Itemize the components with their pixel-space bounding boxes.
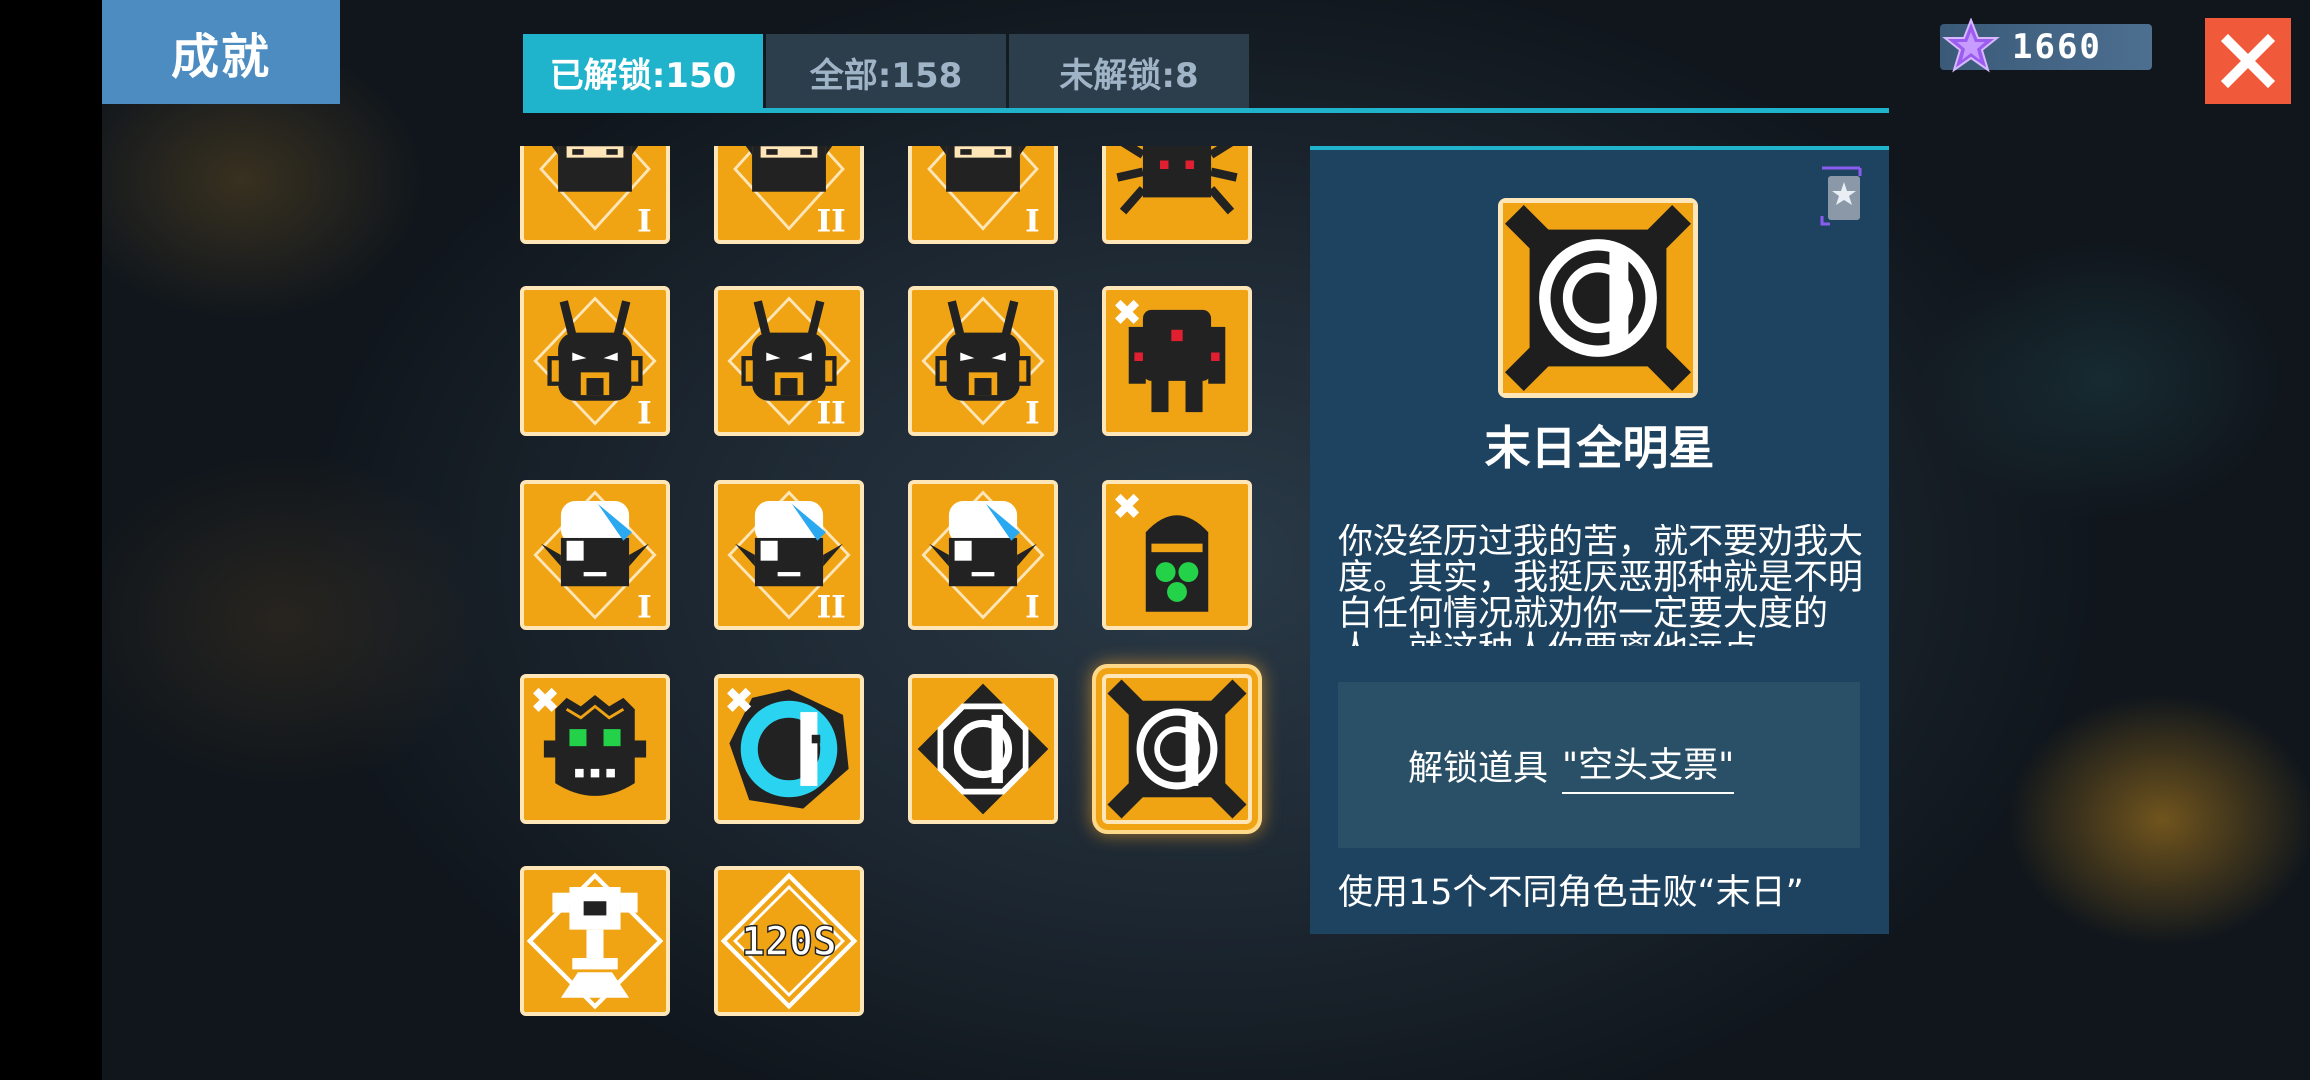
page-title-box: 成就	[102, 0, 340, 104]
reward-item-link[interactable]: "空头支票"	[1562, 737, 1735, 794]
achievement-tile[interactable]: II	[714, 146, 864, 244]
white-hair-elf-icon: II	[727, 490, 851, 625]
achievement-tile[interactable]	[1102, 674, 1252, 824]
rank-label: I	[637, 395, 652, 431]
page-title: 成就	[170, 29, 271, 85]
reward-label: 解锁道具	[1408, 748, 1549, 789]
silver-star-rank-icon	[1820, 166, 1862, 226]
trophy-icon	[526, 872, 664, 1010]
locked-x-icon: ✖	[724, 681, 755, 722]
white-hair-elf-icon: I	[921, 490, 1045, 625]
achievement-tile[interactable]: II	[714, 480, 864, 630]
knight-helmet-icon: I	[533, 296, 657, 431]
currency-counter: 1660	[1940, 18, 2152, 73]
achievement-name: 末日全明星	[1484, 421, 1715, 475]
achievement-tile[interactable]: I	[520, 480, 670, 630]
close-icon	[2220, 33, 2276, 89]
rank-label: II	[817, 589, 846, 625]
locked-x-icon: ✖	[530, 681, 561, 722]
120s-icon: 120S	[720, 872, 858, 1010]
rank-label: I	[1025, 589, 1040, 625]
rank-label: I	[1025, 395, 1040, 431]
ninja-mask-icon: I	[927, 146, 1040, 239]
knight-helmet-icon: I	[921, 296, 1045, 431]
tab-all[interactable]: 全部:158	[766, 34, 1006, 110]
knight-helmet-icon: II	[727, 296, 851, 431]
achievement-tile[interactable]: I	[908, 286, 1058, 436]
svg-text:120S: 120S	[741, 919, 837, 965]
achievement-condition: 使用15个不同角色击败“末日”	[1338, 873, 1804, 913]
rank-label: I	[637, 589, 652, 625]
close-button[interactable]	[2205, 18, 2291, 104]
achievement-tile[interactable]: II	[714, 286, 864, 436]
currency-value: 1660	[2012, 27, 2102, 67]
achievement-detail-panel: 末日全明星 你没经历过我的苦，就不要劝我大度。其实，我挺厌恶那种就是不明白任何情…	[1310, 146, 1889, 934]
achievement-tile[interactable]	[908, 674, 1058, 824]
locked-x-icon: ✖	[1112, 487, 1143, 528]
achievement-tile[interactable]: I	[520, 146, 670, 244]
achievement-tile[interactable]: ✖	[1102, 480, 1252, 630]
achievement-tile[interactable]: 120S	[714, 866, 864, 1016]
achievement-description: 你没经历过我的苦，就不要劝我大度。其实，我挺厌恶那种就是不明白任何情况就劝你一定…	[1338, 524, 1864, 646]
filter-tabs: 已解锁:150 全部:158 未解锁:8	[523, 34, 1252, 110]
achievement-tile[interactable]: I	[908, 480, 1058, 630]
tab-underline	[523, 108, 1889, 113]
rank-label: I	[637, 203, 652, 239]
rank-label: I	[1025, 203, 1040, 239]
purple-star-icon	[1942, 18, 2000, 73]
doomsday-emblem-icon	[1498, 198, 1698, 398]
tab-unlocked[interactable]: 已解锁:150	[523, 34, 763, 110]
achievement-tile[interactable]: ✖	[714, 674, 864, 824]
white-hair-elf-icon: I	[533, 490, 657, 625]
ninja-mask-icon: II	[733, 146, 846, 239]
red-spider-icon	[1116, 146, 1238, 215]
rank-label: II	[817, 203, 846, 239]
achievement-tile[interactable]: I	[520, 286, 670, 436]
tab-locked[interactable]: 未解锁:8	[1009, 34, 1249, 110]
achievement-tile[interactable]	[520, 866, 670, 1016]
octagon-emblem-icon	[917, 683, 1049, 815]
ninja-mask-icon: I	[539, 146, 652, 239]
reward-box: 解锁道具 "空头支票"	[1338, 682, 1860, 848]
achievement-tile[interactable]: ✖	[520, 674, 670, 824]
doomsday-emblem-icon	[1107, 679, 1247, 819]
rank-label: II	[817, 395, 846, 431]
achievement-tile[interactable]	[1102, 146, 1252, 244]
achievement-grid: I II I I II I ✖ I II I ✖ ✖ ✖ 120S	[520, 146, 1290, 1046]
achievement-tile[interactable]: ✖	[1102, 286, 1252, 436]
achievement-tile[interactable]: I	[908, 146, 1058, 244]
locked-x-icon: ✖	[1112, 293, 1143, 334]
